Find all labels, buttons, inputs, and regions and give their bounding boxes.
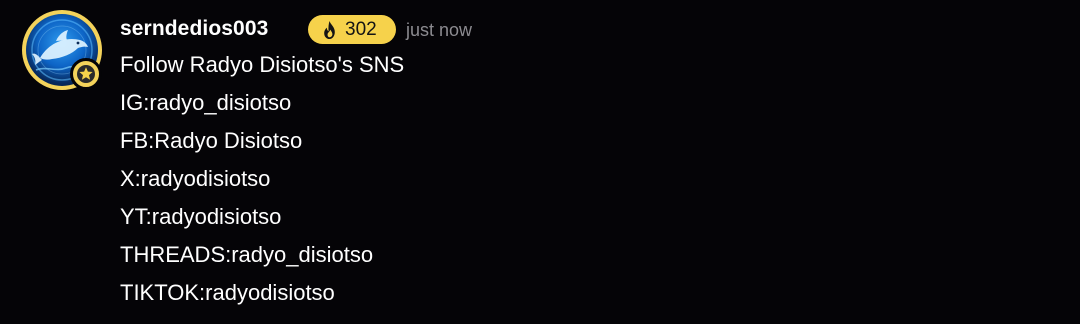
star-icon (77, 65, 95, 83)
message-line: Follow Radyo Disiotso's SNS (120, 52, 405, 77)
user-avatar[interactable] (22, 10, 102, 90)
message-line: FB:Radyo Disiotso (120, 128, 303, 153)
streak-badge[interactable]: 302 (308, 15, 396, 44)
message-line: YT:radyodisiotso (120, 204, 282, 229)
message-body: Follow Radyo Disiotso's SNS IG:radyo_dis… (120, 46, 404, 312)
chat-message: serndedios003 302 just now Follow Radyo … (22, 10, 1080, 324)
streak-count: 302 (345, 19, 377, 40)
message-line: X:radyodisiotso (120, 166, 271, 191)
username[interactable]: serndedios003 (120, 16, 268, 42)
message-timestamp: just now (406, 20, 473, 40)
avatar-badge (70, 58, 102, 90)
message-line: TIKTOK:radyodisiotso (120, 280, 335, 305)
message-line: THREADS:radyo_disiotso (120, 242, 374, 267)
flame-icon (324, 21, 335, 39)
message-line: IG:radyo_disiotso (120, 90, 292, 115)
